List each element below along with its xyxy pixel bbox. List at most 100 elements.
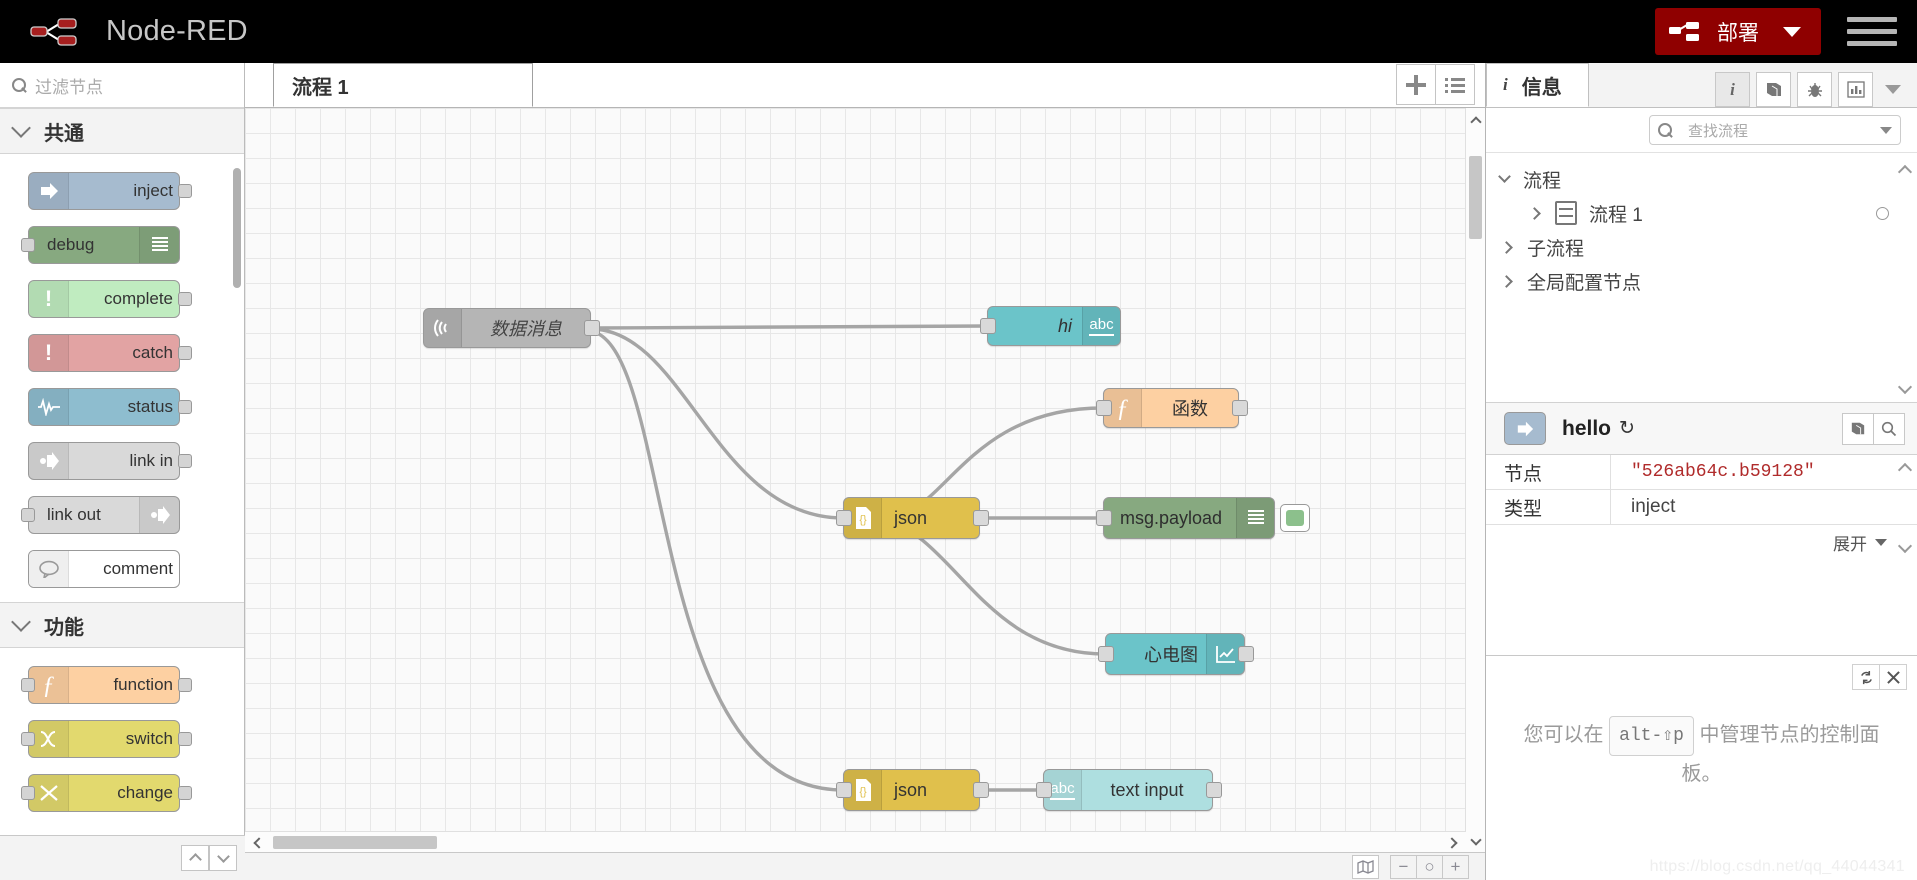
palette-scroll-area[interactable]: 共通 inject debug ! complete ! catch statu… [0,108,244,880]
flow-canvas[interactable]: 数据消息 hi abc ƒ 函数 {} json msg.payload 心电图… [245,108,1485,880]
output-port[interactable] [178,184,192,198]
zoom-out-button[interactable]: − [1390,854,1417,879]
hamburger-menu-icon[interactable] [1847,17,1897,46]
input-port[interactable] [21,238,35,252]
scroll-down-icon[interactable] [1897,379,1913,395]
chevron-down-icon[interactable] [1783,26,1801,37]
output-port[interactable] [178,454,192,468]
scroll-left-icon[interactable] [248,834,266,852]
scroll-down-icon[interactable] [1897,538,1913,554]
scroll-right-icon[interactable] [1444,834,1462,852]
bug-icon[interactable] [1797,72,1832,107]
flow-node-json-2[interactable]: {} json [836,769,989,811]
input-port[interactable] [836,782,852,798]
chevrons-up-icon[interactable] [181,845,209,871]
tab-info[interactable]: i 信息 [1486,63,1589,107]
palette-item-debug[interactable]: debug [0,218,244,272]
close-icon[interactable] [1879,664,1907,690]
input-port[interactable] [1098,646,1114,662]
input-port[interactable] [980,318,996,334]
tree-item-flows[interactable]: 流程 [1486,162,1917,196]
output-port[interactable] [973,782,989,798]
canvas-vertical-thumb[interactable] [1469,156,1482,239]
scroll-down-icon[interactable] [1467,832,1485,850]
palette-category-function[interactable]: 功能 [0,602,244,648]
book-icon[interactable] [1756,72,1791,107]
output-port[interactable] [178,400,192,414]
flow-node-data-message[interactable]: 数据消息 [423,308,600,348]
output-port[interactable] [178,678,192,692]
output-port[interactable] [584,320,600,336]
book-icon[interactable] [1842,412,1874,445]
palette-item-function[interactable]: ƒ function [0,658,244,712]
tab-flow-1[interactable]: 流程 1 [273,63,533,107]
flow-node-text-input[interactable]: abc text input [1036,769,1222,811]
output-port[interactable] [178,732,192,746]
chart-icon[interactable] [1838,72,1873,107]
flow-node-json-1[interactable]: {} json [836,497,989,539]
scroll-up-icon[interactable] [1897,462,1913,478]
flow-search-input[interactable]: 查找流程 [1649,115,1901,145]
chevrons-down-icon[interactable] [209,845,237,871]
palette-scrollbar[interactable] [233,168,241,288]
input-port[interactable] [21,678,35,692]
output-port[interactable] [1232,400,1248,416]
link-icon [29,443,69,479]
input-port[interactable] [836,510,852,526]
property-value: inject [1631,496,1676,517]
palette-item-switch[interactable]: switch [0,712,244,766]
map-icon[interactable] [1352,854,1379,879]
properties-scrollbar[interactable] [1897,461,1913,561]
output-port[interactable] [178,786,192,800]
info-icon[interactable]: i [1715,72,1750,107]
palette-item-catch[interactable]: ! catch [0,326,244,380]
debug-toggle-button[interactable] [1280,504,1310,532]
tree-item-global-config[interactable]: 全局配置节点 [1486,264,1917,298]
flow-node-hi[interactable]: hi abc [980,306,1121,346]
palette-item-link-in[interactable]: link in [0,434,244,488]
add-flow-button[interactable] [1396,64,1436,105]
info-icon: i [1503,75,1508,94]
chevron-down-icon[interactable] [1885,85,1901,94]
tree-item-flow-1[interactable]: 流程 1 [1486,196,1917,230]
refresh-icon[interactable]: ↻ [1619,417,1635,440]
input-port[interactable] [1096,400,1112,416]
palette-item-link-out[interactable]: link out [0,488,244,542]
input-port[interactable] [1096,510,1112,526]
output-port[interactable] [1238,646,1254,662]
search-icon[interactable] [1873,412,1905,445]
flow-node-ecg-chart[interactable]: 心电图 [1098,633,1254,675]
output-port[interactable] [1206,782,1222,798]
input-port[interactable] [21,786,35,800]
scroll-up-icon[interactable] [1897,164,1913,180]
palette-filter-input[interactable]: 过滤节点 [0,63,244,108]
output-port[interactable] [973,510,989,526]
output-port[interactable] [178,292,192,306]
tree-item-subflows[interactable]: 子流程 [1486,230,1917,264]
canvas-vertical-scrollbar[interactable] [1465,108,1485,853]
tree-scrollbar[interactable] [1897,163,1913,398]
flow-list-button[interactable] [1435,64,1475,105]
zoom-reset-button[interactable]: ○ [1416,854,1443,879]
flow-node-function[interactable]: ƒ 函数 [1096,388,1248,428]
input-port[interactable] [1036,782,1052,798]
refresh-icon[interactable] [1852,664,1880,690]
output-port[interactable] [178,346,192,360]
input-port[interactable] [21,508,35,522]
palette-category-common[interactable]: 共通 [0,108,244,154]
switch-branch-icon [29,721,69,757]
palette-item-status[interactable]: status [0,380,244,434]
palette-item-change[interactable]: change [0,766,244,820]
deploy-button[interactable]: 部署 [1655,8,1821,55]
canvas-horizontal-thumb[interactable] [273,836,437,849]
flow-node-msg-payload[interactable]: msg.payload [1096,497,1310,539]
palette-item-complete[interactable]: ! complete [0,272,244,326]
canvas-horizontal-scrollbar[interactable] [245,831,1466,853]
palette-item-comment[interactable]: comment [0,542,244,596]
input-port[interactable] [21,732,35,746]
palette-item-inject[interactable]: inject [0,164,244,218]
expand-properties-button[interactable]: 展开 [1486,525,1917,559]
chevron-down-icon[interactable] [1880,126,1892,134]
scroll-up-icon[interactable] [1467,111,1485,129]
zoom-in-button[interactable]: + [1442,854,1469,879]
